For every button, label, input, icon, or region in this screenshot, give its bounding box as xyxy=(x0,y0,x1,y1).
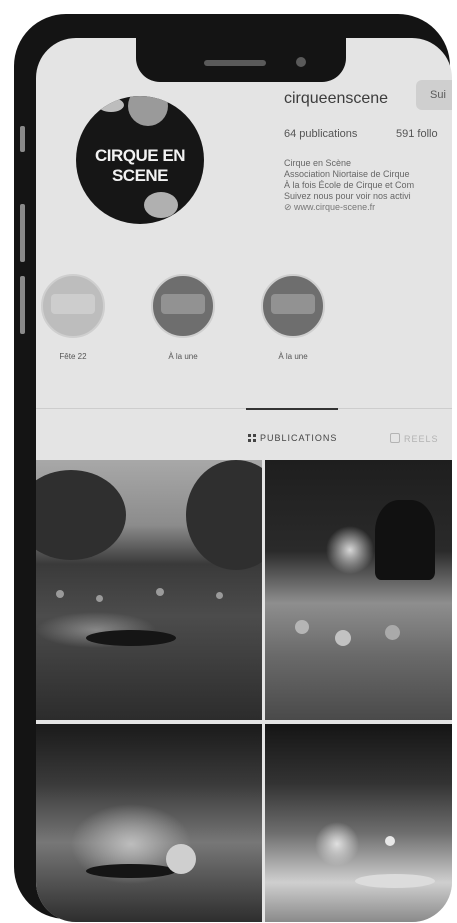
photo-detail xyxy=(295,620,309,634)
photo-tree xyxy=(36,470,126,560)
tab-reels-label: REELS xyxy=(404,434,439,444)
highlight-item[interactable]: À la une xyxy=(150,274,216,361)
side-button xyxy=(20,126,25,152)
profile-link-text[interactable]: www.cirque-scene.fr xyxy=(294,202,375,212)
photo-detail xyxy=(385,836,395,846)
post-thumbnail[interactable] xyxy=(36,460,262,720)
highlight-cover[interactable] xyxy=(41,274,105,338)
active-tab-indicator xyxy=(246,408,338,410)
photo-detail xyxy=(216,592,223,599)
post-thumbnail[interactable] xyxy=(265,460,452,720)
avatar-bubble xyxy=(128,96,168,126)
volume-down-button xyxy=(20,276,25,334)
followers-count[interactable]: 591 follo xyxy=(396,128,438,140)
avatar-bubble xyxy=(144,192,178,218)
photo-detail xyxy=(156,588,164,596)
highlight-label: À la une xyxy=(168,352,198,361)
front-camera xyxy=(296,57,306,67)
bio-line: Cirque en Scène xyxy=(284,158,352,168)
avatar-logo-text: CIRQUE EN SCENE xyxy=(95,146,185,185)
highlight-cover[interactable] xyxy=(151,274,215,338)
photo-detail xyxy=(375,500,435,580)
phone-screen: CIRQUE EN SCENE cirqueenscene Sui 64 pub… xyxy=(36,38,452,922)
profile-avatar[interactable]: CIRQUE EN SCENE xyxy=(76,96,204,224)
highlight-item[interactable]: Fête 22 xyxy=(40,274,106,361)
photo-detail xyxy=(166,844,196,874)
photo-detail xyxy=(355,874,435,888)
phone-frame: CIRQUE EN SCENE cirqueenscene Sui 64 pub… xyxy=(14,14,452,922)
follow-button[interactable]: Sui xyxy=(416,80,452,110)
tab-publications-label: PUBLICATIONS xyxy=(260,433,338,443)
photo-detail xyxy=(86,864,176,878)
photo-tree xyxy=(186,460,262,570)
photo-detail xyxy=(86,630,176,646)
photo-detail xyxy=(96,595,103,602)
highlight-item[interactable]: À la une xyxy=(260,274,326,361)
link-icon: ⊘ xyxy=(284,202,295,212)
bio-line: À la fois École de Cirque et Com xyxy=(284,180,415,190)
profile-link[interactable]: ⊘ www.cirque-scene.fr xyxy=(284,202,414,213)
bio-line: Association Niortaise de Cirque xyxy=(284,169,410,179)
photo-detail xyxy=(56,590,64,598)
publications-count[interactable]: 64 publications xyxy=(284,128,357,140)
photo-detail xyxy=(385,625,400,640)
avatar-bubble xyxy=(98,98,124,112)
highlight-label: À la une xyxy=(278,352,308,361)
notch xyxy=(136,38,346,82)
volume-up-button xyxy=(20,204,25,262)
post-thumbnail[interactable] xyxy=(265,724,452,922)
post-thumbnail[interactable] xyxy=(36,724,262,922)
tab-publications[interactable]: PUBLICATIONS xyxy=(248,433,337,443)
highlight-label: Fête 22 xyxy=(59,352,87,361)
reels-icon xyxy=(390,433,400,443)
tabs-divider xyxy=(36,408,452,409)
grid-icon xyxy=(248,434,256,442)
profile-username: cirqueenscene xyxy=(284,90,389,107)
tab-reels[interactable]: REELS xyxy=(390,433,439,444)
highlight-cover[interactable] xyxy=(261,274,325,338)
speaker xyxy=(204,60,266,66)
photo-detail xyxy=(335,630,351,646)
profile-bio: Cirque en Scène Association Niortaise de… xyxy=(284,158,414,213)
bio-line: Suivez nous pour voir nos activi xyxy=(284,191,411,201)
